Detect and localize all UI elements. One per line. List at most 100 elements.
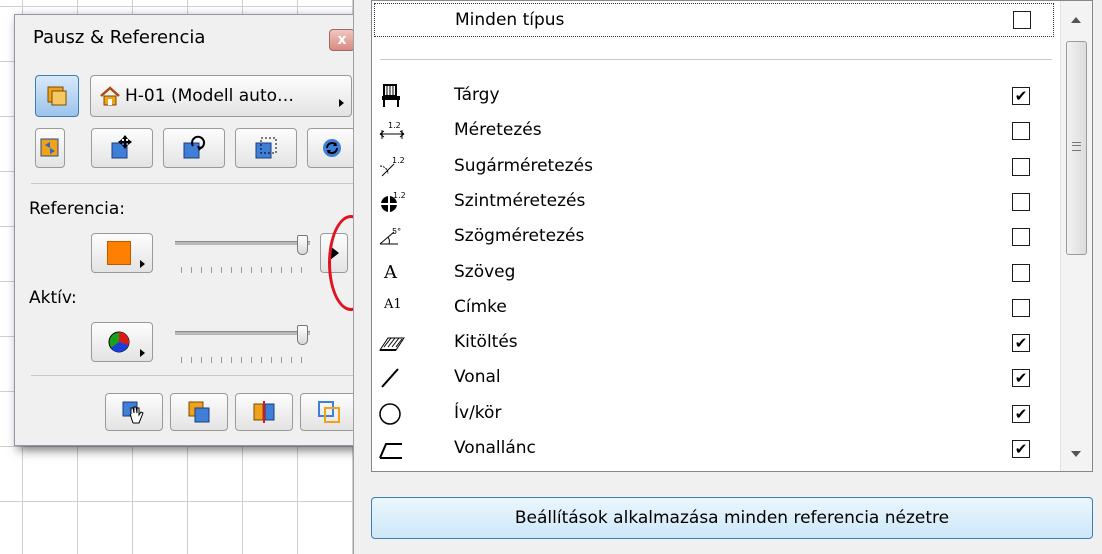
- move-reference-button[interactable]: [91, 128, 153, 168]
- all-types-label: Minden típus: [455, 10, 565, 30]
- mirror-reference-button[interactable]: [235, 128, 297, 168]
- radial-dimension-icon: 1.2: [378, 154, 408, 180]
- overlay-icon: [186, 399, 212, 425]
- list-item-checkbox[interactable]: [1012, 298, 1030, 317]
- color-wheel-icon: [107, 330, 131, 354]
- reset-reference-button[interactable]: [307, 128, 357, 168]
- list-scrollbar[interactable]: [1060, 1, 1092, 471]
- list-item-label: Sugárméretezés: [454, 155, 593, 176]
- fill-icon: [378, 330, 408, 356]
- apply-to-all-references-button[interactable]: Beállítások alkalmazása minden referenci…: [371, 497, 1093, 539]
- list-item[interactable]: Kitöltés ✔: [372, 326, 1062, 360]
- move-icon: [109, 135, 135, 161]
- compare-reference-button[interactable]: [235, 393, 293, 431]
- hand-icon: [121, 399, 147, 425]
- list-item[interactable]: 1.2 Szintméretezés: [372, 185, 1062, 219]
- svg-text:1.2: 1.2: [392, 156, 405, 165]
- list-item[interactable]: Vonallánc ✔: [372, 432, 1062, 466]
- reference-dropdown[interactable]: H-01 (Modell auto…: [90, 75, 352, 117]
- element-type-list: Minden típus Tárgy ✔ 1.2 Méretezés 1.2 Sugárm…: [371, 0, 1093, 472]
- all-types-checkbox[interactable]: [1013, 11, 1031, 29]
- rotate-reference-button[interactable]: [163, 128, 225, 168]
- list-item[interactable]: A1 Címke: [372, 291, 1062, 325]
- list-item[interactable]: Vonal ✔: [372, 361, 1062, 395]
- list-item-checkbox[interactable]: [1012, 263, 1030, 282]
- list-item[interactable]: Tárgy ✔: [372, 79, 1062, 113]
- list-item-checkbox[interactable]: ✔: [1012, 334, 1030, 353]
- list-item-label: Szögméretezés: [454, 226, 585, 247]
- svg-text:1.2: 1.2: [388, 121, 401, 130]
- list-item-label: Vonallánc: [454, 438, 536, 458]
- label-icon: A1: [384, 296, 402, 312]
- apply-button-label: Beállítások alkalmazása minden referenci…: [514, 508, 950, 528]
- reference-opacity-slider[interactable]: [297, 235, 308, 255]
- split-compare-icon: [251, 399, 277, 425]
- palette-title: Pausz & Referencia: [33, 27, 206, 48]
- dropdown-arrow-icon: [339, 99, 344, 107]
- scroll-down-icon[interactable]: [1071, 451, 1081, 457]
- chair-icon: [378, 83, 408, 109]
- reference-opacity-ticks: [181, 267, 306, 273]
- level-dimension-icon: 1.2: [378, 189, 408, 215]
- palette-divider: [31, 375, 365, 376]
- close-button[interactable]: x: [329, 29, 355, 51]
- list-item[interactable]: Ív/kör ✔: [372, 397, 1062, 431]
- active-color-button[interactable]: [91, 322, 153, 362]
- active-label: Aktív:: [29, 288, 77, 308]
- switch-trace-button[interactable]: [35, 128, 65, 168]
- list-divider: [380, 59, 1052, 60]
- active-opacity-slider[interactable]: [297, 325, 308, 345]
- list-item-checkbox[interactable]: [1012, 228, 1030, 247]
- list-item-label: Szintméretezés: [454, 190, 586, 211]
- rotate-icon: [181, 135, 207, 161]
- list-item-label: Vonal: [454, 367, 501, 388]
- trace-layers-icon: [45, 84, 69, 108]
- intersect-icon: [316, 399, 342, 425]
- refresh-icon: [320, 136, 344, 160]
- active-opacity-track[interactable]: [175, 331, 310, 335]
- list-item-checkbox[interactable]: ✔: [1012, 404, 1030, 423]
- list-item-checkbox[interactable]: ✔: [1012, 87, 1030, 105]
- trace-toggle-button[interactable]: [35, 75, 79, 117]
- intersect-reference-button[interactable]: [300, 393, 358, 431]
- list-item[interactable]: 1.2 Sugárméretezés: [372, 150, 1062, 184]
- reference-opacity-track[interactable]: [175, 241, 310, 245]
- trace-reference-palette: Pausz & Referencia x H-01 (Modell auto…: [14, 14, 374, 446]
- list-item[interactable]: 5° Szögméretezés: [372, 220, 1062, 254]
- scroll-up-icon[interactable]: [1071, 17, 1081, 23]
- dimension-icon: 1.2: [378, 118, 408, 144]
- angle-dimension-icon: 5°: [378, 224, 408, 250]
- mirror-icon: [253, 135, 279, 161]
- dropdown-arrow-icon: [140, 349, 145, 357]
- list-item[interactable]: A Szöveg: [372, 256, 1062, 290]
- list-item-checkbox[interactable]: [1012, 122, 1030, 141]
- list-item-checkbox[interactable]: [1012, 157, 1030, 176]
- active-opacity-ticks: [181, 357, 306, 363]
- arc-circle-icon: [378, 401, 408, 427]
- svg-text:5°: 5°: [392, 227, 401, 236]
- reference-color-button[interactable]: [91, 233, 153, 273]
- list-item[interactable]: 1.2 Méretezés: [372, 114, 1062, 148]
- list-item-label: Ív/kör: [454, 402, 502, 423]
- overlay-reference-button[interactable]: [170, 393, 228, 431]
- list-item-label: Méretezés: [454, 120, 542, 141]
- polyline-icon: [378, 436, 408, 462]
- orange-swatch-icon: [107, 241, 131, 265]
- reference-dropdown-value: H-01 (Modell auto…: [125, 86, 295, 106]
- element-type-panel: Minden típus Tárgy ✔ 1.2 Méretezés 1.2 Sugárm…: [353, 0, 1102, 554]
- grip-icon: [1072, 142, 1081, 151]
- grip-line: [1072, 145, 1081, 146]
- list-item-label: Szöveg: [454, 261, 516, 282]
- list-item-checkbox[interactable]: ✔: [1012, 369, 1030, 388]
- all-types-row[interactable]: Minden típus: [374, 3, 1054, 37]
- list-item-checkbox[interactable]: [1012, 192, 1030, 211]
- scroll-thumb[interactable]: [1066, 41, 1087, 255]
- house-icon: [99, 86, 121, 106]
- line-icon: [378, 365, 408, 391]
- pan-reference-button[interactable]: [105, 393, 163, 431]
- reference-label: Referencia:: [29, 199, 126, 219]
- palette-divider: [31, 183, 365, 184]
- text-icon: A: [384, 261, 397, 283]
- list-item-checkbox[interactable]: ✔: [1012, 440, 1030, 458]
- list-item-label: Tárgy: [454, 85, 500, 105]
